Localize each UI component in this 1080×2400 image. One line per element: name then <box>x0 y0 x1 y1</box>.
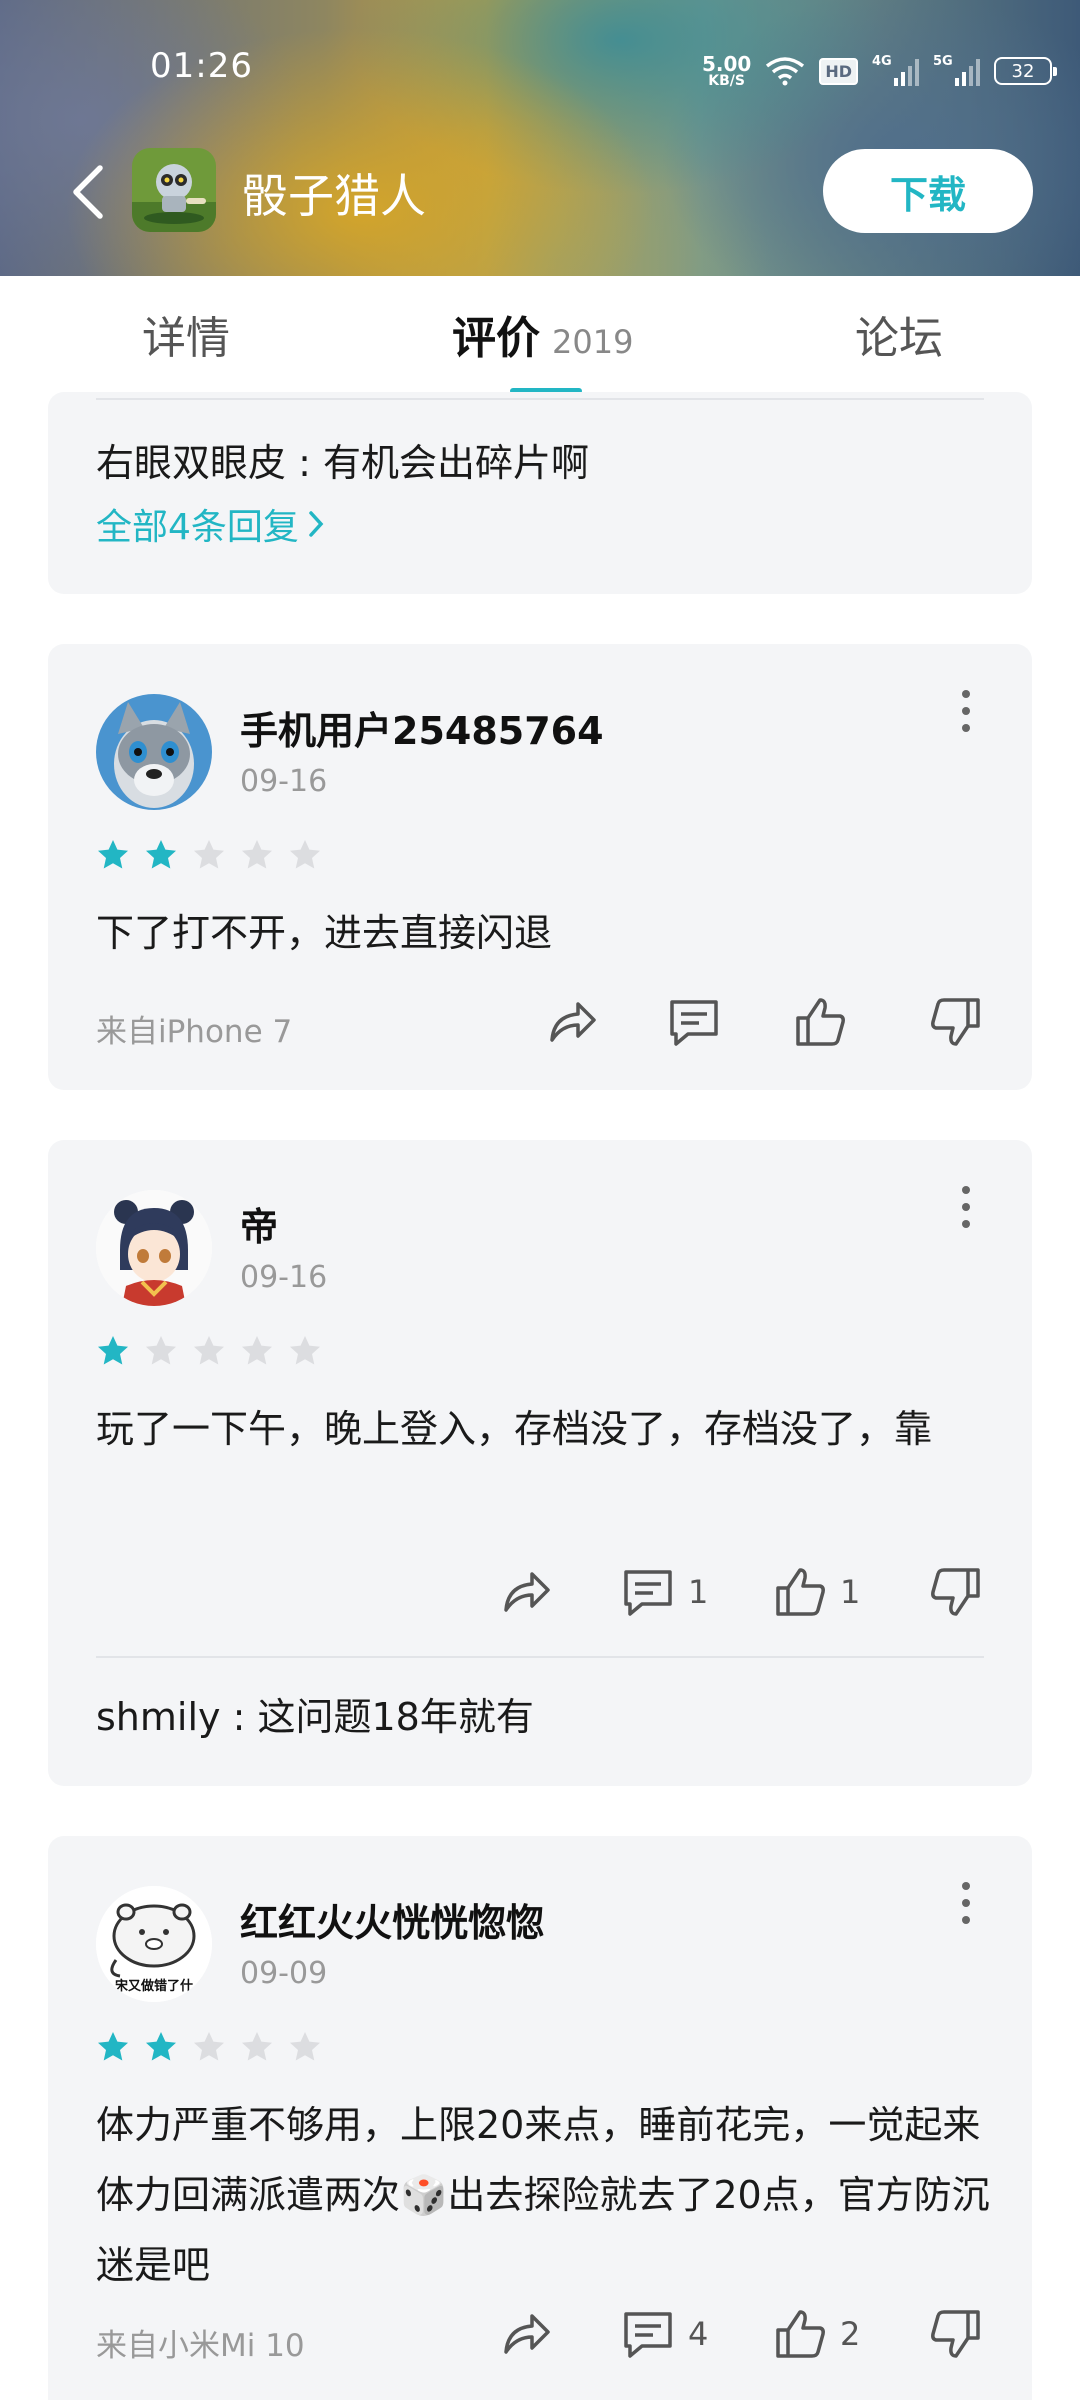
more-options-icon[interactable] <box>954 686 978 736</box>
star-empty-icon <box>194 840 224 869</box>
username[interactable]: 手机用户25485764 <box>240 700 604 755</box>
review-date: 09-16 <box>240 764 328 799</box>
app-title: 骰子猎人 <box>242 169 426 223</box>
back-arrow-icon[interactable] <box>66 162 112 222</box>
tab-forum[interactable]: 论坛 <box>855 302 943 366</box>
dislike-button[interactable] <box>928 2306 984 2362</box>
signal-5g-icon: 5G <box>933 54 980 86</box>
like-count: 1 <box>840 1573 861 1611</box>
share-button[interactable] <box>544 994 600 1050</box>
star-filled-icon <box>146 840 176 869</box>
like-count: 2 <box>840 2315 861 2353</box>
comment-icon <box>624 1570 672 1616</box>
star-rating <box>96 838 322 872</box>
comment-icon <box>670 1000 718 1046</box>
review-text: 体力严重不够用，上限20来点，睡前花完，一觉起来体力回满派遣两次🎲出去探险就去了… <box>96 2103 990 2287</box>
divider <box>96 398 984 400</box>
review-card: 帝 09-16 玩了一下午，晚上登入，存档没了，存档没了，靠 1 1 shmil… <box>48 1140 1032 1786</box>
app-logo-icon <box>132 148 216 232</box>
tab-bar: 详情 评价 2019 论坛 <box>0 276 1080 396</box>
share-button[interactable] <box>498 2306 554 2362</box>
share-icon <box>550 1002 596 1042</box>
review-date: 09-09 <box>240 1956 328 1991</box>
review-text: 玩了一下午，晚上登入，存档没了，存档没了，靠 <box>96 1407 933 1451</box>
star-filled-icon <box>98 840 128 869</box>
divider <box>96 1656 984 1658</box>
signal-4g-icon: 4G <box>872 54 919 86</box>
star-rating <box>96 2030 322 2064</box>
comment-count: 1 <box>688 1573 709 1611</box>
device-source: 来自小米Mi 10 <box>96 2328 305 2364</box>
view-all-replies-link[interactable]: 全部4条回复 <box>96 498 327 550</box>
app-header: 01:26 5.00 KB/S HD 4G 5G 32 骰子猎人 下载 <box>0 0 1080 276</box>
thumbs-up-icon <box>796 998 845 1046</box>
review-date: 09-16 <box>240 1260 328 1295</box>
avatar[interactable] <box>96 1190 212 1306</box>
comment-icon <box>624 2312 672 2358</box>
thumbs-down-icon <box>931 2310 980 2358</box>
like-button[interactable]: 1 <box>772 1564 860 1620</box>
like-button[interactable] <box>792 994 848 1050</box>
star-empty-icon <box>242 840 272 869</box>
dislike-button[interactable] <box>928 994 984 1050</box>
reply-text: 右眼双眼皮 : 有机会出碎片啊 <box>96 441 589 485</box>
device-source: 来自iPhone 7 <box>96 1014 293 1050</box>
thumbs-up-icon <box>776 1568 825 1616</box>
comment-button[interactable] <box>666 994 722 1050</box>
star-filled-icon <box>146 2032 176 2061</box>
review-text: 下了打不开，进去直接闪退 <box>96 911 553 955</box>
dislike-button[interactable] <box>928 1564 984 1620</box>
star-filled-icon <box>98 1336 128 1365</box>
download-button[interactable]: 下载 <box>823 149 1033 233</box>
like-button[interactable]: 2 <box>772 2306 860 2362</box>
share-icon <box>504 2314 550 2354</box>
thumbs-down-icon <box>931 998 980 1046</box>
star-empty-icon <box>290 840 320 869</box>
network-speed: 5.00 KB/S <box>701 52 752 89</box>
status-time: 01:26 <box>150 46 253 86</box>
username[interactable]: 帝 <box>240 1196 278 1251</box>
star-empty-icon <box>194 2032 224 2061</box>
comment-count: 4 <box>688 2315 709 2353</box>
star-empty-icon <box>290 1336 320 1365</box>
review-card: 宋又做错了什 红红火火恍恍惚惚 09-09 体力严重不够用，上限20来点，睡前花… <box>48 1836 1032 2400</box>
comment-button[interactable]: 4 <box>620 2306 708 2362</box>
star-empty-icon <box>242 2032 272 2061</box>
tab-details[interactable]: 详情 <box>142 302 230 366</box>
thumbs-down-icon <box>931 1568 980 1616</box>
more-options-icon[interactable] <box>954 1878 978 1928</box>
more-options-icon[interactable] <box>954 1182 978 1232</box>
star-filled-icon <box>98 2032 128 2061</box>
chevron-right-icon <box>309 511 324 537</box>
avatar-caption: 宋又做错了什 <box>114 1978 193 1994</box>
share-button[interactable] <box>498 1564 554 1620</box>
avatar[interactable] <box>96 694 212 810</box>
hd-voice-icon: HD <box>819 57 858 85</box>
share-icon <box>504 1572 550 1612</box>
avatar[interactable]: 宋又做错了什 <box>96 1886 212 2002</box>
review-count: 2019 <box>552 323 634 361</box>
star-empty-icon <box>242 1336 272 1365</box>
star-empty-icon <box>146 1336 176 1365</box>
review-card: 手机用户25485764 09-16 下了打不开，进去直接闪退 来自iPhone… <box>48 644 1032 1090</box>
username[interactable]: 红红火火恍恍惚惚 <box>240 1892 544 1947</box>
review-card-partial: 右眼双眼皮 : 有机会出碎片啊 全部4条回复 <box>48 392 1032 594</box>
comment-button[interactable]: 1 <box>620 1564 708 1620</box>
star-empty-icon <box>290 2032 320 2061</box>
star-empty-icon <box>194 1336 224 1365</box>
thumbs-up-icon <box>776 2310 825 2358</box>
star-rating <box>96 1334 322 1368</box>
tab-reviews[interactable]: 评价 2019 <box>452 302 633 366</box>
battery-icon: 32 <box>994 57 1057 85</box>
status-icons: 5.00 KB/S HD 4G 5G 32 <box>701 48 1057 94</box>
reply-text: shmily : 这问题18年就有 <box>96 1695 534 1739</box>
wifi-icon <box>766 57 805 86</box>
